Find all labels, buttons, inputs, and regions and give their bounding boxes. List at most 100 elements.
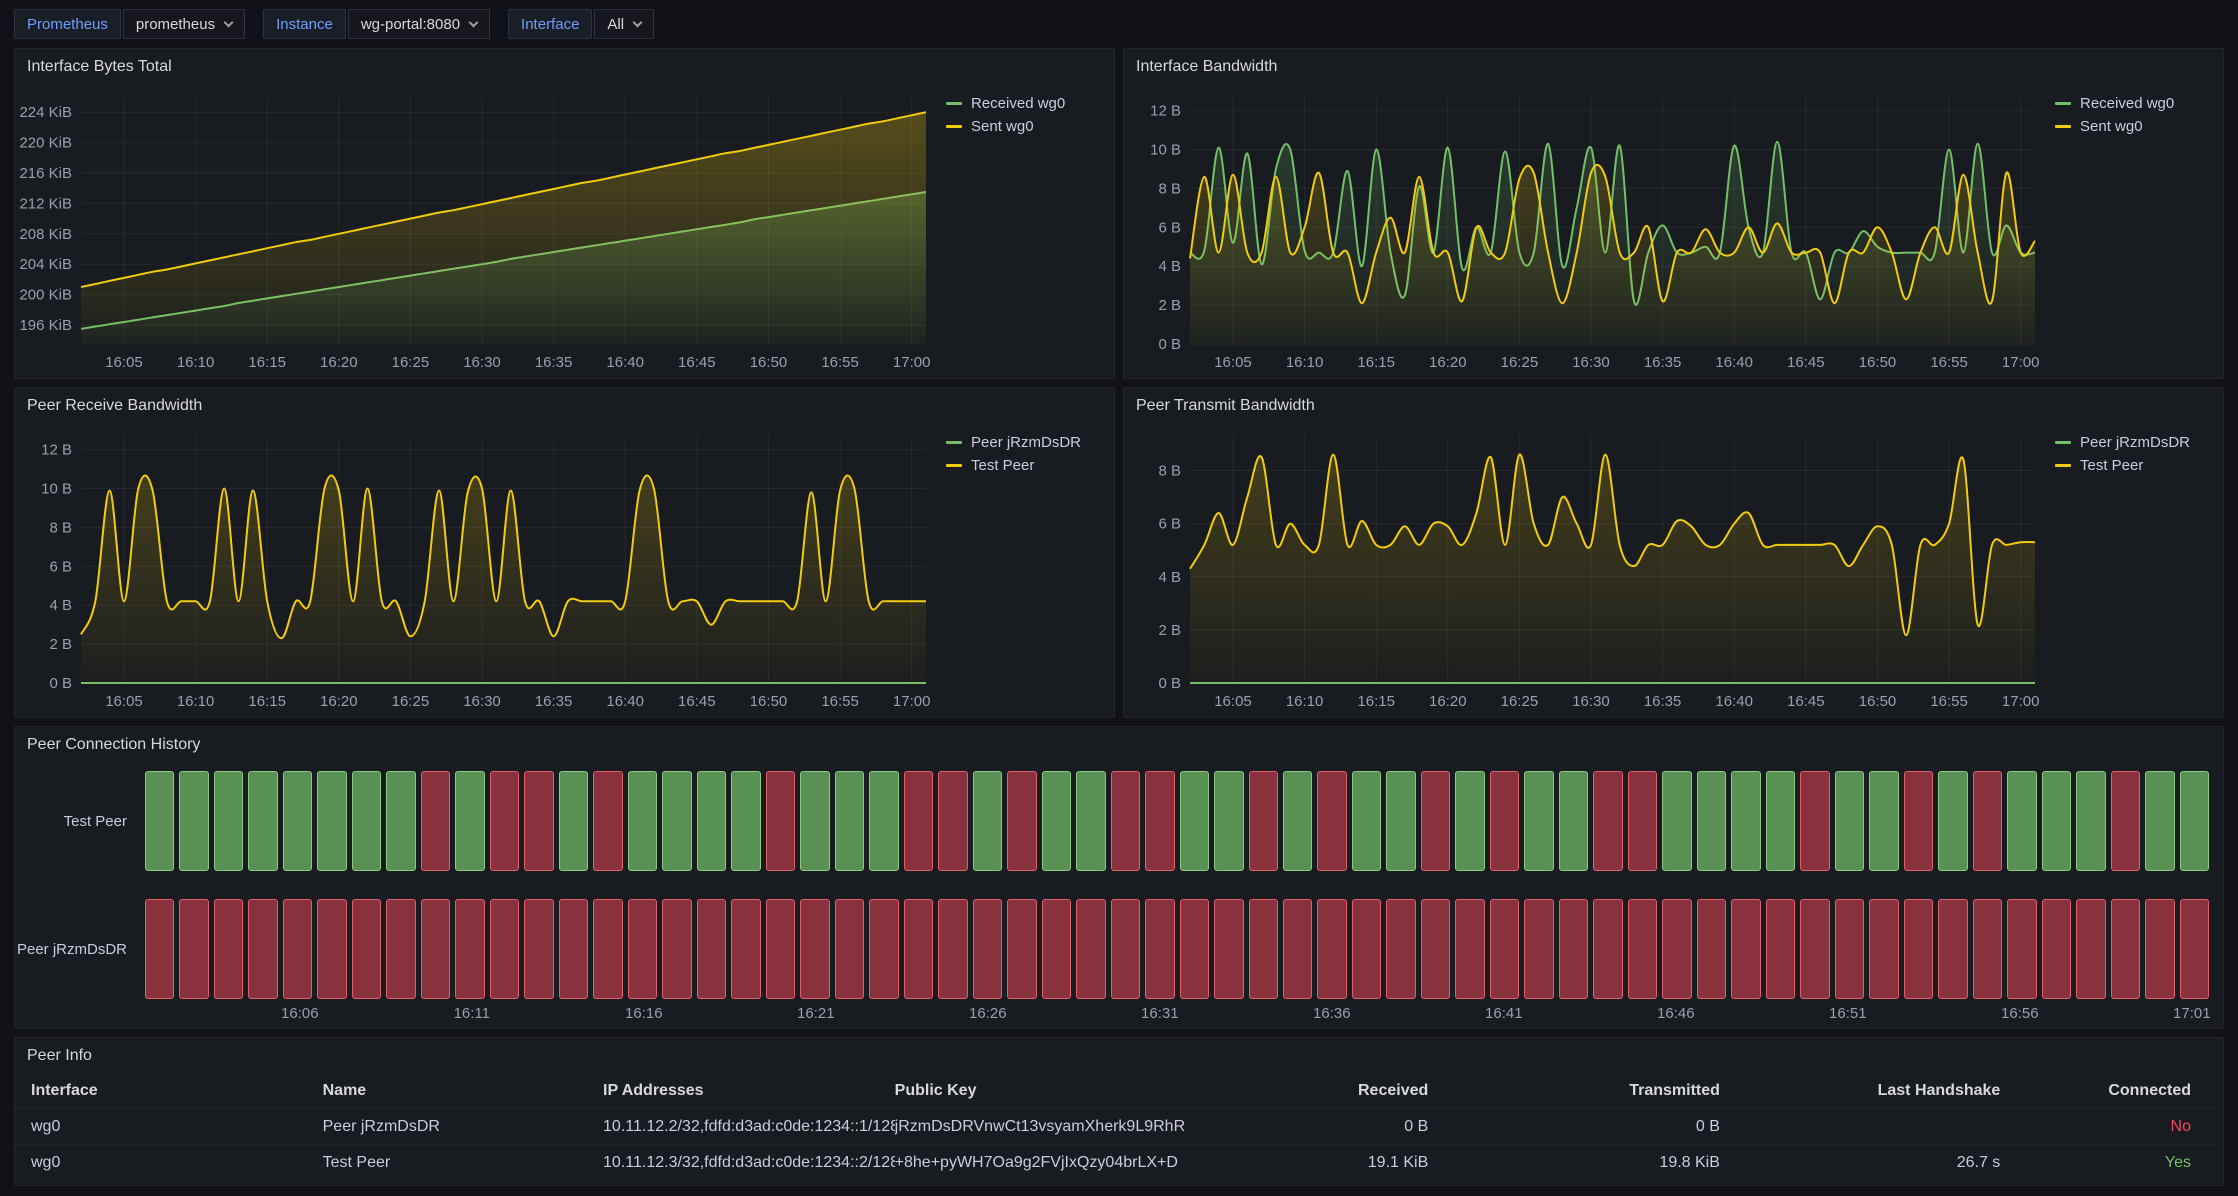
state-bar-disconnected[interactable] [1352, 899, 1381, 999]
state-bar-disconnected[interactable] [1938, 899, 1967, 999]
state-bar-disconnected[interactable] [904, 899, 933, 999]
state-bar-disconnected[interactable] [386, 899, 415, 999]
panel-title[interactable]: Interface Bandwidth [1124, 49, 2223, 85]
state-bar-connected[interactable] [214, 771, 243, 871]
state-bar-connected[interactable] [352, 771, 381, 871]
state-bar-disconnected[interactable] [1145, 771, 1174, 871]
state-bar-disconnected[interactable] [1249, 771, 1278, 871]
state-bar-disconnected[interactable] [1731, 899, 1760, 999]
state-bar-disconnected[interactable] [421, 771, 450, 871]
state-bar-disconnected[interactable] [593, 771, 622, 871]
state-bar-disconnected[interactable] [662, 899, 691, 999]
state-bar-disconnected[interactable] [145, 899, 174, 999]
state-bar-disconnected[interactable] [938, 899, 967, 999]
state-bar-connected[interactable] [1731, 771, 1760, 871]
state-bar-disconnected[interactable] [524, 899, 553, 999]
state-bar-connected[interactable] [1455, 771, 1484, 871]
state-bar-disconnected[interactable] [1835, 899, 1864, 999]
state-bar-connected[interactable] [2145, 771, 2174, 871]
state-bar-disconnected[interactable] [869, 899, 898, 999]
state-bar-disconnected[interactable] [1283, 899, 1312, 999]
state-bar-disconnected[interactable] [1973, 899, 2002, 999]
state-bar-disconnected[interactable] [524, 771, 553, 871]
state-bar-connected[interactable] [628, 771, 657, 871]
state-bar-disconnected[interactable] [1042, 899, 1071, 999]
state-bar-disconnected[interactable] [214, 899, 243, 999]
chart-canvas[interactable]: 0 B2 B4 B6 B8 B10 B12 B16:0516:1016:1516… [17, 424, 938, 713]
state-bar-connected[interactable] [800, 771, 829, 871]
state-bar-disconnected[interactable] [2111, 771, 2140, 871]
state-bar-disconnected[interactable] [1076, 899, 1105, 999]
time-series-plot[interactable]: 0 B2 B4 B6 B8 B16:0516:1016:1516:2016:25… [1126, 424, 2047, 713]
column-header-transmitted[interactable]: Transmitted [1444, 1082, 1736, 1100]
state-bar-connected[interactable] [1283, 771, 1312, 871]
time-series-plot[interactable]: 196 KiB200 KiB204 KiB208 KiB212 KiB216 K… [17, 85, 938, 374]
state-bar-connected[interactable] [2007, 771, 2036, 871]
chart-canvas[interactable]: 196 KiB200 KiB204 KiB208 KiB212 KiB216 K… [17, 85, 938, 374]
state-bar-disconnected[interactable] [1317, 899, 1346, 999]
state-bar-connected[interactable] [386, 771, 415, 871]
state-bar-disconnected[interactable] [455, 899, 484, 999]
state-bar-connected[interactable] [559, 771, 588, 871]
state-bar-connected[interactable] [248, 771, 277, 871]
state-bar-disconnected[interactable] [1904, 771, 1933, 871]
state-bar-connected[interactable] [317, 771, 346, 871]
variable-dropdown-instance[interactable]: wg-portal:8080 [348, 9, 490, 39]
state-bar-disconnected[interactable] [317, 899, 346, 999]
state-bar-disconnected[interactable] [1455, 899, 1484, 999]
panel-title[interactable]: Interface Bytes Total [15, 49, 1114, 85]
state-bar-disconnected[interactable] [490, 771, 519, 871]
state-bar-disconnected[interactable] [2007, 899, 2036, 999]
state-bar-disconnected[interactable] [593, 899, 622, 999]
state-bar-disconnected[interactable] [1007, 899, 1036, 999]
state-bar-disconnected[interactable] [731, 899, 760, 999]
state-bar-disconnected[interactable] [1214, 899, 1243, 999]
panel-title[interactable]: Peer Info [15, 1038, 2223, 1074]
variable-label-prometheus[interactable]: Prometheus [14, 9, 121, 39]
state-bar-disconnected[interactable] [1421, 899, 1450, 999]
legend-item[interactable]: Sent wg0 [2055, 118, 2213, 135]
state-bar-connected[interactable] [835, 771, 864, 871]
state-bar-connected[interactable] [1835, 771, 1864, 871]
legend-item[interactable]: Received wg0 [946, 95, 1104, 112]
state-bar-disconnected[interactable] [1800, 899, 1829, 999]
time-series-plot[interactable]: 0 B2 B4 B6 B8 B10 B12 B16:0516:1016:1516… [1126, 85, 2047, 374]
panel-title[interactable]: Peer Connection History [15, 727, 2223, 763]
state-bar-disconnected[interactable] [1421, 771, 1450, 871]
state-bar-disconnected[interactable] [1007, 771, 1036, 871]
state-bar-disconnected[interactable] [1111, 899, 1140, 999]
state-bar-connected[interactable] [2076, 771, 2105, 871]
state-bar-disconnected[interactable] [697, 899, 726, 999]
variable-dropdown-prometheus[interactable]: prometheus [123, 9, 245, 39]
state-bar-disconnected[interactable] [1490, 771, 1519, 871]
state-bar-disconnected[interactable] [1593, 899, 1622, 999]
state-bar-connected[interactable] [1180, 771, 1209, 871]
state-bar-disconnected[interactable] [1249, 899, 1278, 999]
state-bar-connected[interactable] [1386, 771, 1415, 871]
state-bar-connected[interactable] [973, 771, 1002, 871]
state-bar-disconnected[interactable] [1662, 899, 1691, 999]
state-bar-disconnected[interactable] [2145, 899, 2174, 999]
state-bar-disconnected[interactable] [490, 899, 519, 999]
panel-title[interactable]: Peer Transmit Bandwidth [1124, 388, 2223, 424]
column-header-ip_addresses[interactable]: IP Addresses [603, 1082, 895, 1100]
state-bar-connected[interactable] [145, 771, 174, 871]
state-bar-disconnected[interactable] [1869, 899, 1898, 999]
state-bar-connected[interactable] [697, 771, 726, 871]
state-bar-disconnected[interactable] [766, 771, 795, 871]
state-bar-connected[interactable] [283, 771, 312, 871]
state-bar-disconnected[interactable] [1973, 771, 2002, 871]
column-header-received[interactable]: Received [1198, 1082, 1445, 1100]
legend-item[interactable]: Peer jRzmDsDR [2055, 434, 2213, 451]
legend-item[interactable]: Received wg0 [2055, 95, 2213, 112]
state-bar-disconnected[interactable] [1524, 899, 1553, 999]
state-bar-disconnected[interactable] [2042, 899, 2071, 999]
state-bar-connected[interactable] [1697, 771, 1726, 871]
column-header-public_key[interactable]: Public Key [895, 1082, 1198, 1100]
panel-title[interactable]: Peer Receive Bandwidth [15, 388, 1114, 424]
state-bar-disconnected[interactable] [283, 899, 312, 999]
state-bar-connected[interactable] [455, 771, 484, 871]
chart-canvas[interactable]: 0 B2 B4 B6 B8 B16:0516:1016:1516:2016:25… [1126, 424, 2047, 713]
column-header-interface[interactable]: Interface [31, 1082, 323, 1100]
variable-dropdown-interface[interactable]: All [594, 9, 654, 39]
